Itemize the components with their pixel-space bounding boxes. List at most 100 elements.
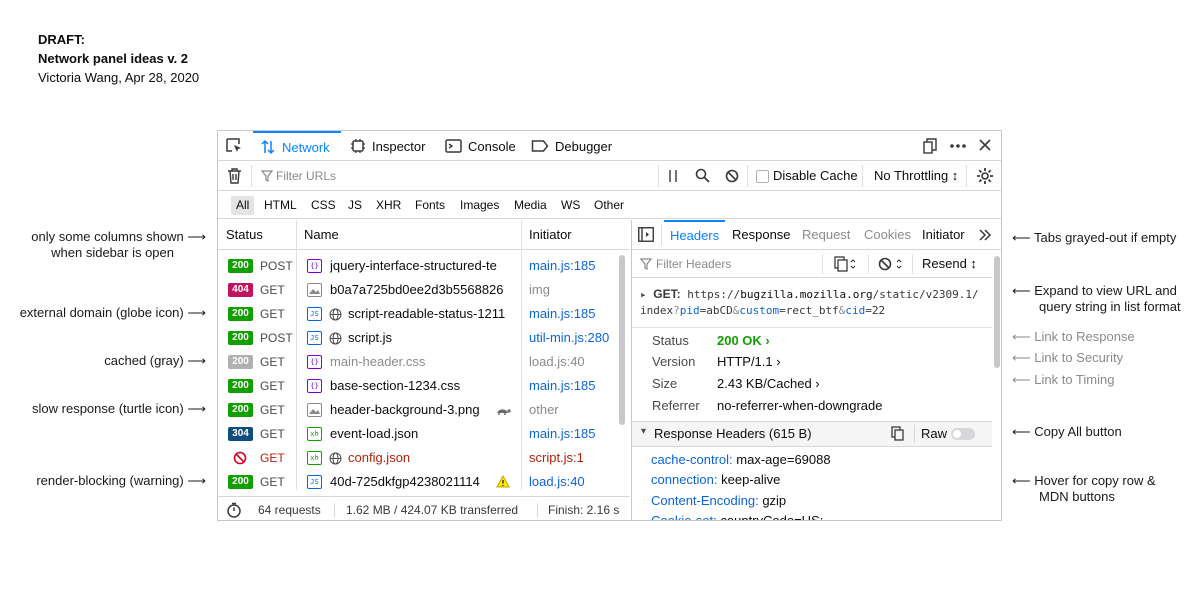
divider bbox=[658, 165, 659, 187]
summary-version-label: Version bbox=[652, 354, 696, 369]
header-row[interactable]: Cookie-set: countryCode=US; bbox=[651, 511, 823, 520]
file-name: script.js bbox=[348, 330, 393, 345]
table-row[interactable]: 304 GET xh event-load.json main.js:185 bbox=[218, 422, 630, 446]
trash-icon[interactable] bbox=[227, 167, 242, 184]
table-row[interactable]: 200 POST {} jquery-interface-structured-… bbox=[218, 254, 630, 278]
initiator-link[interactable]: load.js:40 bbox=[529, 350, 627, 374]
type-filter-ws[interactable]: WS bbox=[556, 196, 585, 215]
throttling-select[interactable]: No Throttling ↕ bbox=[874, 167, 958, 185]
doc-title: Network panel ideas v. 2 bbox=[38, 51, 189, 66]
initiator-link[interactable]: other bbox=[529, 398, 627, 422]
status-badge: 200 bbox=[228, 259, 253, 273]
summary-status-label: Status bbox=[652, 333, 689, 348]
resend-button[interactable]: Resend ↕ bbox=[922, 255, 977, 273]
initiator-link[interactable]: load.js:40 bbox=[529, 470, 627, 494]
type-filter-html[interactable]: HTML bbox=[259, 196, 302, 215]
type-filter-js[interactable]: JS bbox=[343, 196, 367, 215]
raw-toggle[interactable] bbox=[951, 428, 975, 440]
table-row[interactable]: 200 GET JS script-readable-status-1211 m… bbox=[218, 302, 630, 326]
initiator-link[interactable]: main.js:185 bbox=[529, 302, 627, 326]
xhr-file-icon: xh bbox=[307, 451, 322, 465]
table-row[interactable]: 404 GET b0a7a725bd0ee2d3b5568826 img bbox=[218, 278, 630, 302]
block-url-icon[interactable] bbox=[878, 257, 904, 271]
annotation-cached: cached (gray) ⟶ bbox=[104, 353, 206, 368]
file-name: b0a7a725bd0ee2d3b5568826 bbox=[330, 282, 504, 297]
column-initiator[interactable]: Initiator bbox=[529, 220, 572, 250]
pause-icon[interactable] bbox=[668, 169, 678, 183]
type-filter-xhr[interactable]: XHR bbox=[371, 196, 406, 215]
table-row[interactable]: 200 POST JS script.js util-min.js:280 bbox=[218, 326, 630, 350]
divider bbox=[822, 254, 823, 274]
type-filter-fonts[interactable]: Fonts bbox=[410, 196, 450, 215]
tab-network[interactable]: Network bbox=[253, 131, 341, 161]
sidebar-toggle-icon[interactable] bbox=[638, 227, 654, 242]
column-status[interactable]: Status bbox=[226, 220, 263, 250]
console-icon bbox=[445, 138, 462, 154]
filter-headers-input[interactable]: Filter Headers bbox=[656, 255, 731, 273]
header-row[interactable]: cache-control: max-age=69088 bbox=[651, 450, 831, 470]
tab-headers[interactable]: Headers bbox=[664, 220, 726, 250]
status-bar: 64 requests 1.62 MB / 424.07 KB transfer… bbox=[218, 496, 630, 520]
collapse-triangle-icon[interactable]: ▾ bbox=[641, 426, 646, 437]
tab-request[interactable]: Request bbox=[802, 220, 850, 250]
stopwatch-icon[interactable] bbox=[226, 502, 242, 518]
type-filter-all[interactable]: All bbox=[231, 196, 255, 215]
divider bbox=[914, 425, 915, 443]
type-filter-bar: All HTML CSS JS XHR Fonts Images Media W… bbox=[218, 191, 1001, 219]
file-name: jquery-interface-structured-te bbox=[330, 258, 497, 273]
tab-initiator[interactable]: Initiator bbox=[922, 220, 965, 250]
scrollbar[interactable] bbox=[994, 256, 1000, 368]
tab-debugger[interactable]: Debugger bbox=[531, 131, 612, 161]
type-filter-images[interactable]: Images bbox=[455, 196, 504, 215]
raw-label: Raw bbox=[921, 426, 948, 441]
dock-sidebar-icon[interactable] bbox=[922, 138, 938, 154]
tab-response[interactable]: Response bbox=[732, 220, 791, 250]
tab-inspector[interactable]: Inspector bbox=[350, 131, 425, 161]
initiator-link[interactable]: script.js:1 bbox=[529, 446, 627, 470]
summary-status-link[interactable]: 200 OK › bbox=[717, 331, 770, 351]
copy-menu-icon[interactable] bbox=[834, 256, 856, 272]
table-row[interactable]: GET xh config.json script.js:1 bbox=[218, 446, 630, 470]
initiator-link[interactable]: img bbox=[529, 278, 627, 302]
request-url[interactable]: ▸ GET: https://bugzilla.mozilla.org/stat… bbox=[640, 286, 985, 319]
block-icon[interactable] bbox=[725, 169, 739, 183]
table-row[interactable]: 200 GET JS 40d-725dkfgp4238021114 load.j… bbox=[218, 470, 630, 494]
type-filter-media[interactable]: Media bbox=[509, 196, 552, 215]
table-row[interactable]: 200 GET {} main-header.css load.js:40 bbox=[218, 350, 630, 374]
table-row[interactable]: 200 GET header-background-3.png other bbox=[218, 398, 630, 422]
more-menu-icon[interactable] bbox=[949, 138, 967, 154]
initiator-link[interactable]: main.js:185 bbox=[529, 422, 627, 446]
close-icon[interactable] bbox=[978, 138, 992, 152]
initiator-link[interactable]: util-min.js:280 bbox=[529, 326, 627, 350]
file-name: event-load.json bbox=[330, 426, 419, 441]
divider bbox=[537, 503, 538, 517]
header-row[interactable]: connection: keep-alive bbox=[651, 470, 780, 490]
method: GET bbox=[260, 379, 285, 393]
tab-console[interactable]: Console bbox=[445, 131, 516, 161]
table-row[interactable]: 200 GET {} base-section-1234.css main.js… bbox=[218, 374, 630, 398]
column-name[interactable]: Name bbox=[304, 220, 339, 250]
summary-version-link[interactable]: HTTP/1.1 › bbox=[717, 352, 781, 372]
type-filter-css[interactable]: CSS bbox=[306, 196, 341, 215]
method: GET bbox=[260, 427, 285, 441]
summary-size-link[interactable]: 2.43 KB/Cached › bbox=[717, 374, 820, 394]
element-picker-icon[interactable] bbox=[226, 138, 243, 154]
globe-icon bbox=[329, 452, 342, 465]
disable-cache-checkbox[interactable] bbox=[756, 170, 769, 183]
type-filter-other[interactable]: Other bbox=[589, 196, 629, 215]
search-icon[interactable] bbox=[695, 168, 710, 183]
scrollbar[interactable] bbox=[619, 255, 625, 425]
filter-funnel-icon bbox=[640, 258, 652, 270]
initiator-link[interactable]: main.js:185 bbox=[529, 374, 627, 398]
tab-cookies[interactable]: Cookies bbox=[864, 220, 911, 250]
expand-triangle-icon[interactable]: ▸ bbox=[640, 288, 653, 301]
summary-referrer-value: no-referrer-when-downgrade bbox=[717, 398, 883, 413]
filter-urls-input[interactable]: Filter URLs bbox=[276, 167, 656, 185]
gear-icon[interactable] bbox=[976, 167, 994, 185]
chevron-double-right-icon[interactable] bbox=[978, 229, 992, 241]
response-headers-section[interactable]: ▾ Response Headers (615 B) Raw bbox=[632, 421, 992, 447]
initiator-link[interactable]: main.js:185 bbox=[529, 254, 627, 278]
copy-all-icon[interactable] bbox=[891, 426, 905, 441]
header-row[interactable]: Content-Encoding: gzip bbox=[651, 491, 786, 511]
finish-time: Finish: 2.16 s bbox=[548, 503, 620, 517]
